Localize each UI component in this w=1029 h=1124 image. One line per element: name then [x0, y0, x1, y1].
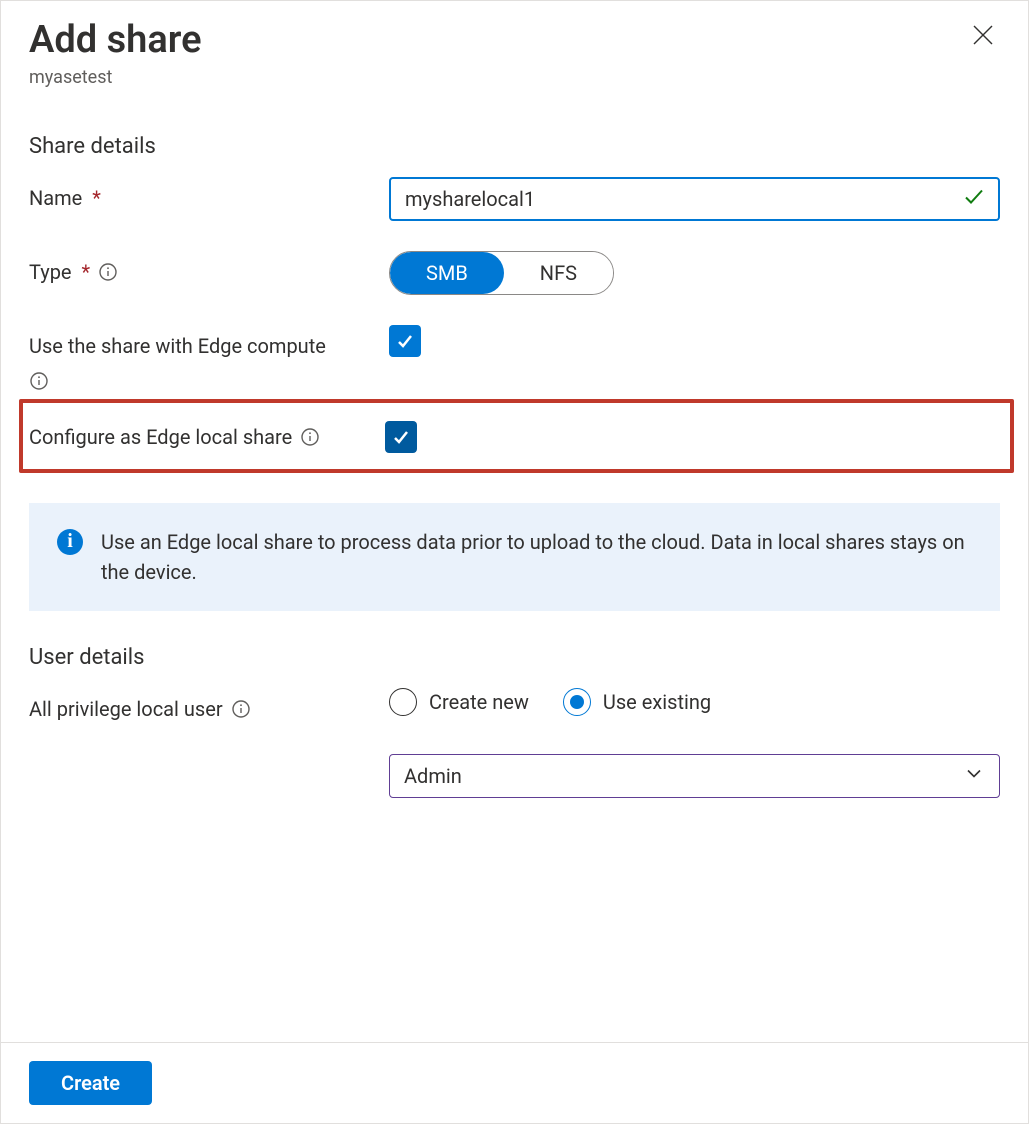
name-input[interactable]: [389, 177, 1000, 221]
local-user-select[interactable]: Admin: [389, 754, 1000, 798]
local-user-row: All privilege local user Create new Use …: [29, 688, 1000, 724]
required-asterisk: *: [92, 183, 101, 213]
local-user-select-row: Admin: [29, 754, 1000, 798]
panel-header: Add share myasetest: [1, 1, 1028, 96]
info-banner: i Use an Edge local share to process dat…: [29, 503, 1000, 611]
local-user-select-control: Admin: [389, 754, 1000, 798]
info-icon[interactable]: [29, 371, 49, 391]
add-share-panel: Add share myasetest Share details Name *: [0, 0, 1029, 1124]
info-icon[interactable]: [98, 262, 118, 282]
close-icon: [972, 24, 994, 49]
edge-compute-row: Use the share with Edge compute: [29, 325, 1000, 391]
local-user-label: All privilege local user: [29, 688, 389, 724]
type-label: Type *: [29, 251, 389, 287]
close-button[interactable]: [966, 19, 1000, 53]
share-details-heading: Share details: [29, 134, 1000, 159]
type-toggle: SMB NFS: [389, 251, 614, 295]
blank-label: [29, 754, 389, 760]
edge-local-row-highlight: Configure as Edge local share: [19, 399, 1014, 473]
radio-create-new[interactable]: Create new: [389, 688, 529, 716]
valid-check-icon: [962, 184, 986, 213]
edge-local-checkbox[interactable]: [385, 421, 417, 453]
user-details-heading: User details: [29, 645, 1000, 670]
type-option-smb[interactable]: SMB: [390, 252, 504, 294]
radio-icon: [563, 688, 591, 716]
info-banner-icon: i: [57, 529, 83, 555]
panel-footer: Create: [1, 1042, 1028, 1123]
info-icon[interactable]: [300, 427, 320, 447]
name-control: [389, 177, 1000, 221]
radio-label-create: Create new: [429, 690, 529, 714]
edge-local-label: Configure as Edge local share: [29, 422, 385, 452]
name-row: Name *: [29, 177, 1000, 221]
radio-use-existing[interactable]: Use existing: [563, 688, 711, 716]
create-button[interactable]: Create: [29, 1061, 152, 1105]
name-label: Name *: [29, 177, 389, 213]
radio-label-existing: Use existing: [603, 690, 711, 714]
edge-compute-control: [389, 325, 1000, 357]
required-asterisk: *: [82, 257, 91, 287]
local-user-control: Create new Use existing: [389, 688, 1000, 716]
type-control: SMB NFS: [389, 251, 1000, 295]
edge-compute-label: Use the share with Edge compute: [29, 325, 389, 391]
local-user-select-value: Admin: [404, 764, 462, 788]
edge-local-control: [385, 421, 1000, 453]
panel-title: Add share: [29, 19, 202, 63]
panel-content: Share details Name * T: [1, 96, 1028, 1042]
panel-subtitle: myasetest: [29, 67, 202, 88]
chevron-down-icon: [964, 763, 984, 788]
type-row: Type * SMB NFS: [29, 251, 1000, 295]
edge-compute-checkbox[interactable]: [389, 325, 421, 357]
type-option-nfs[interactable]: NFS: [504, 252, 613, 294]
header-text: Add share myasetest: [29, 19, 202, 88]
local-user-radio-group: Create new Use existing: [389, 688, 1000, 716]
info-banner-text: Use an Edge local share to process data …: [101, 527, 972, 587]
radio-icon: [389, 688, 417, 716]
info-icon[interactable]: [231, 699, 251, 719]
